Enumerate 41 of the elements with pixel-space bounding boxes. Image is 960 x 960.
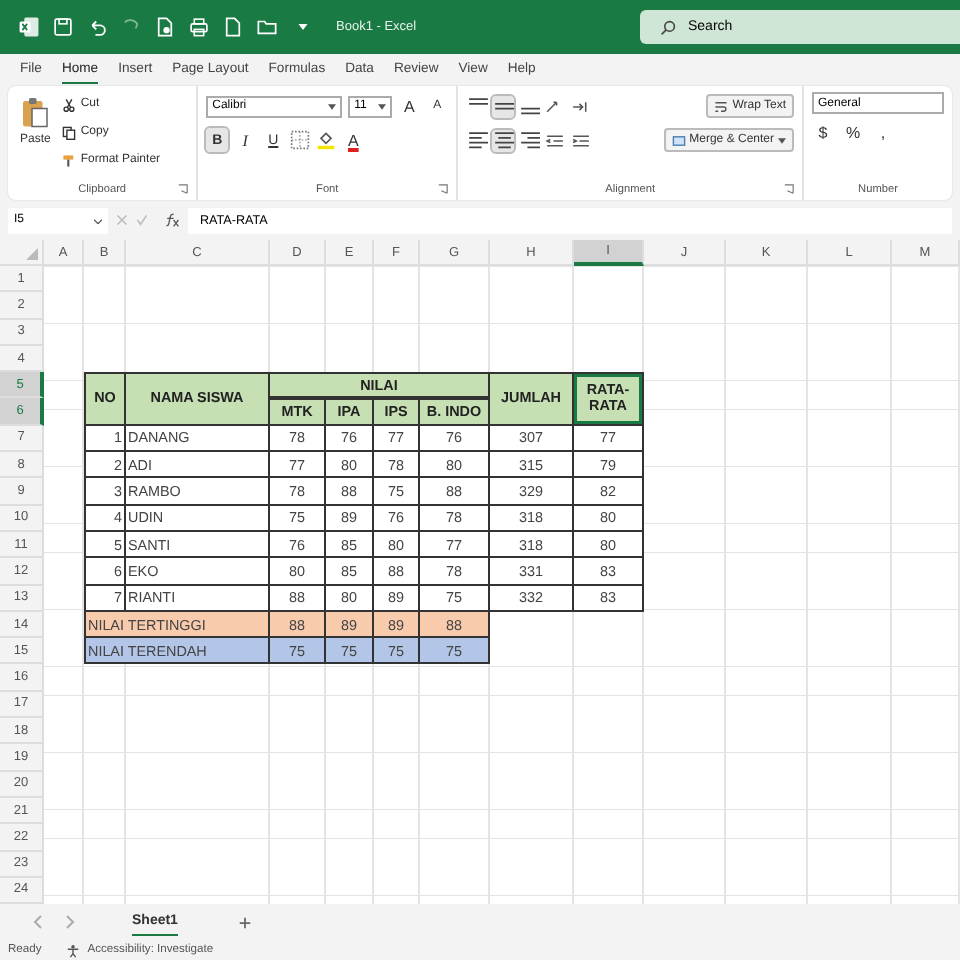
dropdown-icon[interactable]: [298, 24, 308, 30]
number-format-button[interactable]: ,: [872, 120, 894, 144]
wrap-text-icon: [714, 99, 729, 113]
function-icon[interactable]: [164, 212, 180, 228]
dialog-launcher-icon[interactable]: [438, 184, 449, 194]
align-icon[interactable]: [492, 95, 515, 117]
folder-icon[interactable]: [256, 16, 278, 38]
italic-button[interactable]: I: [234, 128, 257, 152]
caret-icon: [778, 137, 786, 143]
decrease-indent-icon[interactable]: [544, 131, 567, 149]
dialog-launcher-icon[interactable]: [178, 184, 189, 194]
grow-font-button[interactable]: A: [398, 94, 421, 118]
scissors-icon: [62, 97, 77, 111]
paintbrush-icon: [62, 153, 77, 167]
caret-icon: [328, 103, 337, 109]
number-format-button[interactable]: $: [812, 120, 834, 144]
align-icon[interactable]: [466, 129, 489, 151]
check-icon[interactable]: [136, 214, 148, 226]
number-format-button[interactable]: %: [842, 120, 864, 144]
font-color-button[interactable]: A: [342, 128, 365, 152]
printer-icon[interactable]: [188, 16, 210, 38]
fill-color-icon[interactable]: [316, 130, 337, 150]
excel-logo-icon: [18, 16, 40, 38]
borders-icon[interactable]: [290, 130, 311, 150]
chevron-down-icon: [94, 217, 102, 223]
align-icon[interactable]: [518, 129, 541, 151]
document-icon[interactable]: [154, 16, 176, 38]
copy-icon: [62, 125, 77, 139]
save-icon[interactable]: [52, 16, 74, 38]
caret-icon: [378, 103, 387, 109]
search-icon: [660, 19, 676, 35]
add-sheet-icon[interactable]: [237, 915, 252, 930]
clipboard-icon: [20, 96, 51, 130]
indent-icon[interactable]: [570, 97, 593, 115]
merge-cells-icon: [671, 133, 686, 147]
increase-indent-icon[interactable]: [570, 131, 593, 149]
align-icon[interactable]: [492, 129, 515, 151]
undo-icon[interactable]: [86, 16, 108, 38]
new-file-icon[interactable]: [222, 16, 244, 38]
accessibility-icon[interactable]: [65, 943, 80, 958]
dialog-launcher-icon[interactable]: [784, 184, 794, 194]
